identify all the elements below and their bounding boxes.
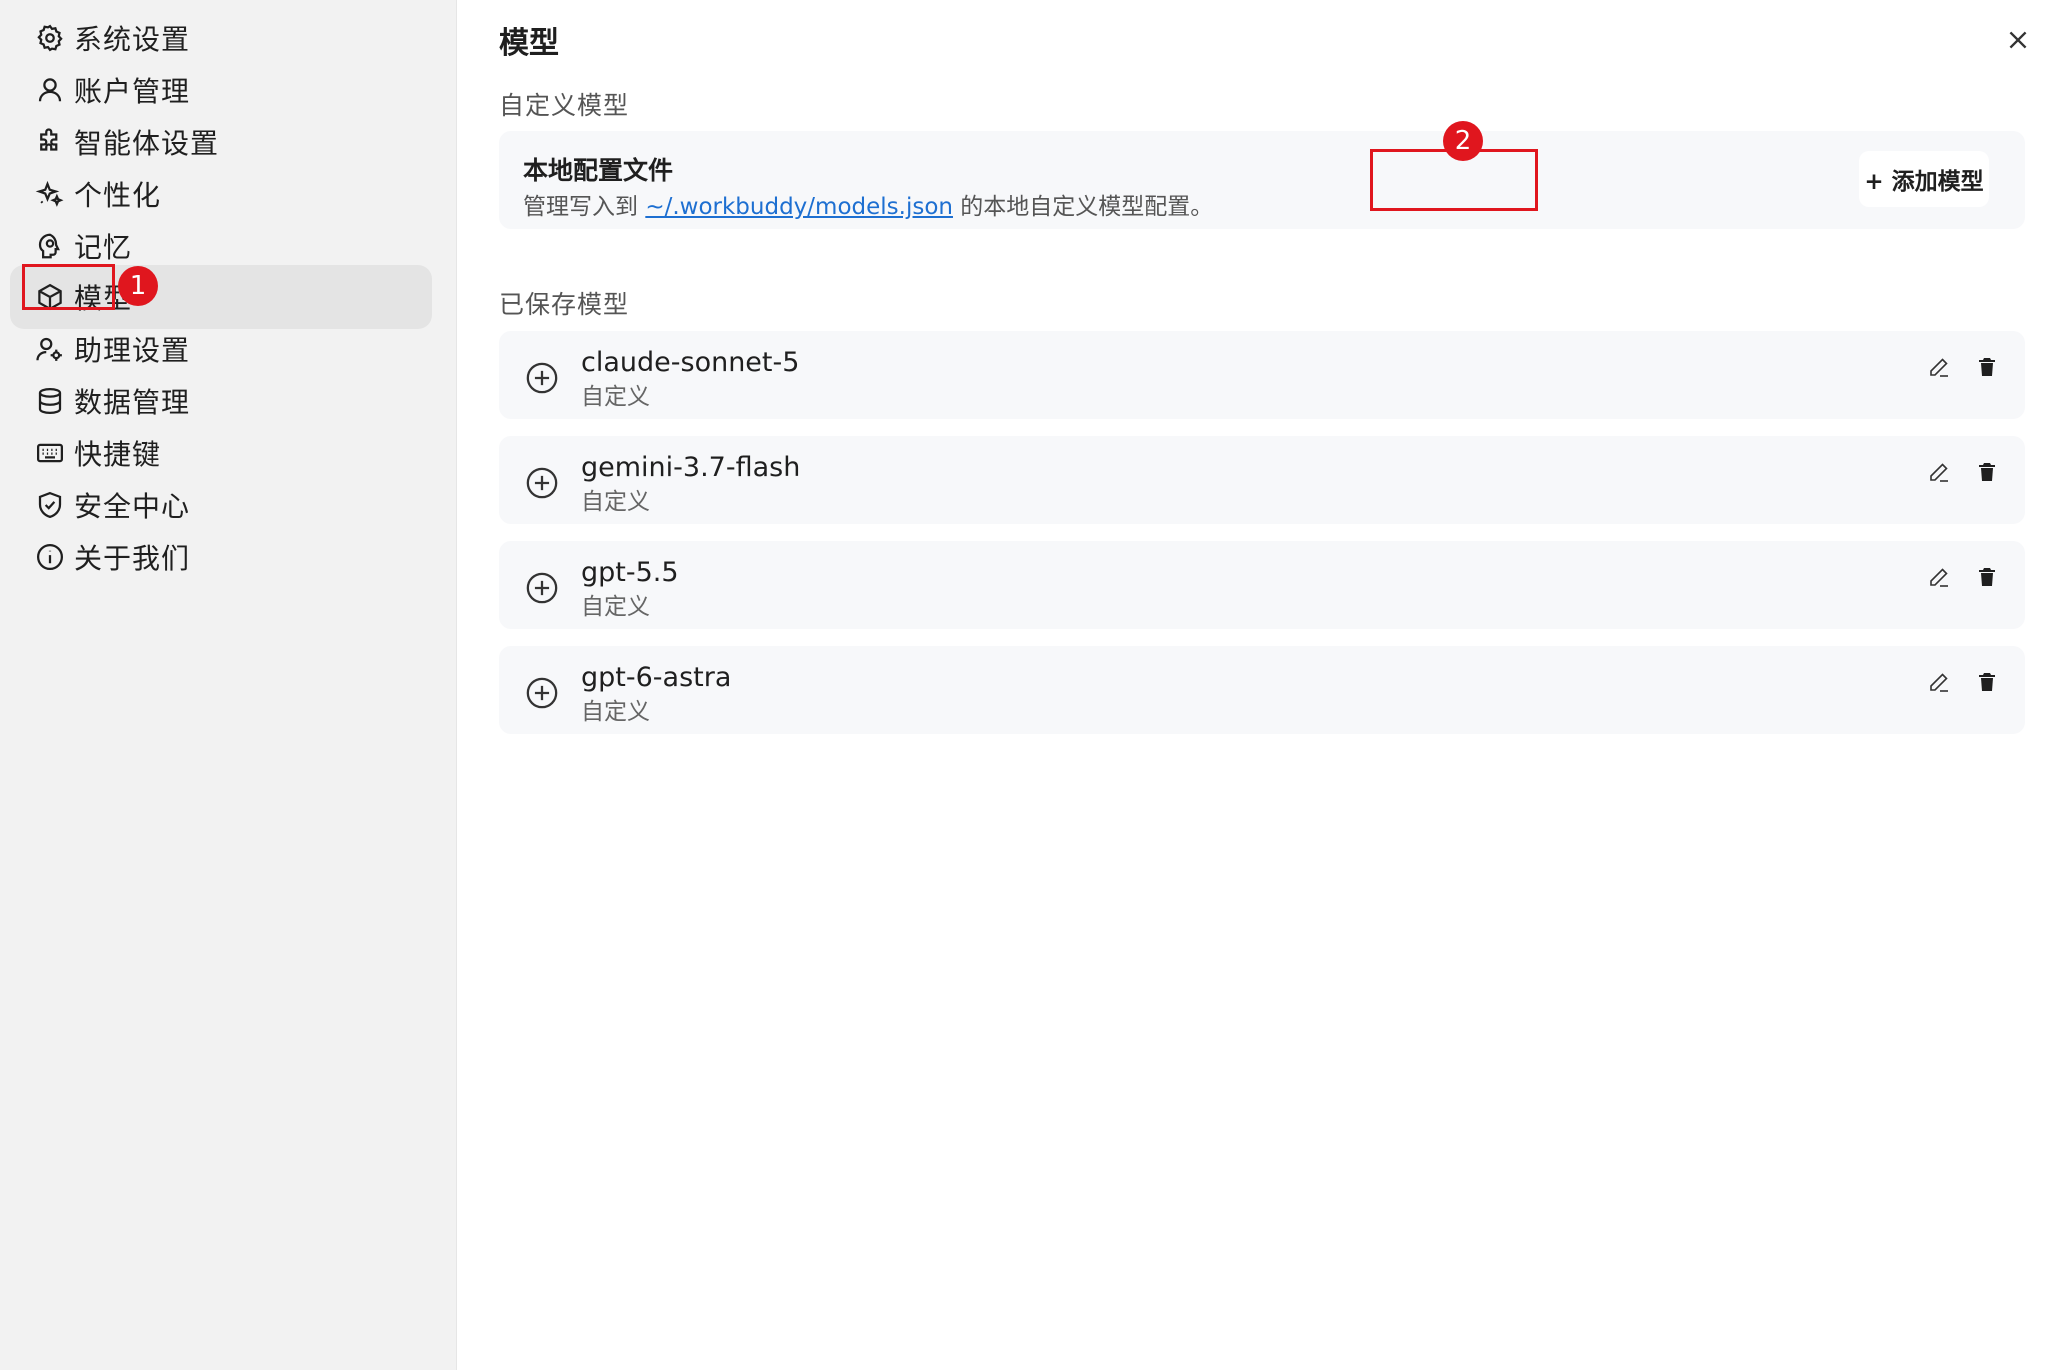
model-name: claude-sonnet-5 [581, 347, 800, 378]
trash-icon[interactable] [1975, 670, 1999, 694]
sidebar: 系统设置 账户管理 智能体设置 个性化 记忆 模型 助理设置 数据管理 快捷键 … [0, 0, 457, 1370]
sidebar-item-label: 账户管理 [74, 75, 191, 108]
model-card: gemini-3.7-flash 自定义 [499, 436, 2025, 524]
close-button[interactable] [2000, 22, 2036, 58]
shield-icon [34, 489, 66, 521]
trash-icon[interactable] [1975, 355, 1999, 379]
sidebar-item-label: 系统设置 [74, 23, 191, 56]
trash-icon[interactable] [1975, 565, 1999, 589]
sidebar-item-label: 个性化 [74, 179, 162, 212]
sparkle-icon [34, 178, 66, 210]
puzzle-icon [34, 126, 66, 158]
annotation-badge-2: 2 [1443, 121, 1483, 161]
model-card: claude-sonnet-5 自定义 [499, 331, 2025, 419]
keyboard-icon [34, 437, 66, 469]
sidebar-item-about[interactable]: 关于我们 [10, 525, 432, 589]
model-tag: 自定义 [581, 594, 650, 620]
local-config-card: 本地配置文件 管理写入到 ~/.workbuddy/models.json 的本… [499, 131, 2025, 229]
config-desc-prefix: 管理写入到 [523, 194, 646, 220]
model-name: gpt-5.5 [581, 557, 679, 588]
sidebar-item-label: 关于我们 [74, 542, 191, 575]
database-icon [34, 385, 66, 417]
plus-circle-icon[interactable] [525, 676, 559, 710]
info-icon [34, 541, 66, 573]
user-icon [34, 74, 66, 106]
sidebar-item-label: 安全中心 [74, 490, 191, 523]
gear-icon [34, 22, 66, 54]
sidebar-item-label: 智能体设置 [74, 127, 220, 160]
user-gear-icon [34, 333, 66, 365]
config-desc-suffix: 的本地自定义模型配置。 [952, 194, 1214, 220]
model-tag: 自定义 [581, 384, 650, 410]
custom-model-section-title: 自定义模型 [499, 91, 630, 120]
model-name: gpt-6-astra [581, 662, 732, 693]
saved-model-section-title: 已保存模型 [499, 290, 630, 319]
config-description: 管理写入到 ~/.workbuddy/models.json 的本地自定义模型配… [523, 187, 1213, 221]
edit-icon[interactable] [1927, 460, 1951, 484]
edit-icon[interactable] [1927, 565, 1951, 589]
plus-circle-icon[interactable] [525, 466, 559, 500]
model-tag: 自定义 [581, 489, 650, 515]
edit-icon[interactable] [1927, 670, 1951, 694]
close-icon [2009, 31, 2027, 49]
sidebar-item-label: 数据管理 [74, 386, 191, 419]
sidebar-item-label: 快捷键 [74, 438, 162, 471]
page-title: 模型 [499, 26, 559, 61]
edit-icon[interactable] [1927, 355, 1951, 379]
main-panel: 模型 自定义模型 本地配置文件 管理写入到 ~/.workbuddy/model… [457, 0, 2054, 1370]
model-card: gpt-5.5 自定义 [499, 541, 2025, 629]
model-tag: 自定义 [581, 699, 650, 725]
sidebar-item-label: 助理设置 [74, 334, 191, 367]
model-card: gpt-6-astra 自定义 [499, 646, 2025, 734]
config-title: 本地配置文件 [523, 156, 674, 185]
plus-circle-icon[interactable] [525, 361, 559, 395]
annotation-badge-1: 1 [118, 266, 158, 306]
model-name: gemini-3.7-flash [581, 452, 801, 483]
config-file-link[interactable]: ~/.workbuddy/models.json [645, 194, 953, 220]
brain-icon [34, 230, 66, 262]
cube-icon [34, 281, 66, 313]
plus-circle-icon[interactable] [525, 571, 559, 605]
trash-icon[interactable] [1975, 460, 1999, 484]
add-model-button[interactable]: + 添加模型 [1859, 151, 1989, 207]
sidebar-item-label: 记忆 [74, 231, 133, 264]
